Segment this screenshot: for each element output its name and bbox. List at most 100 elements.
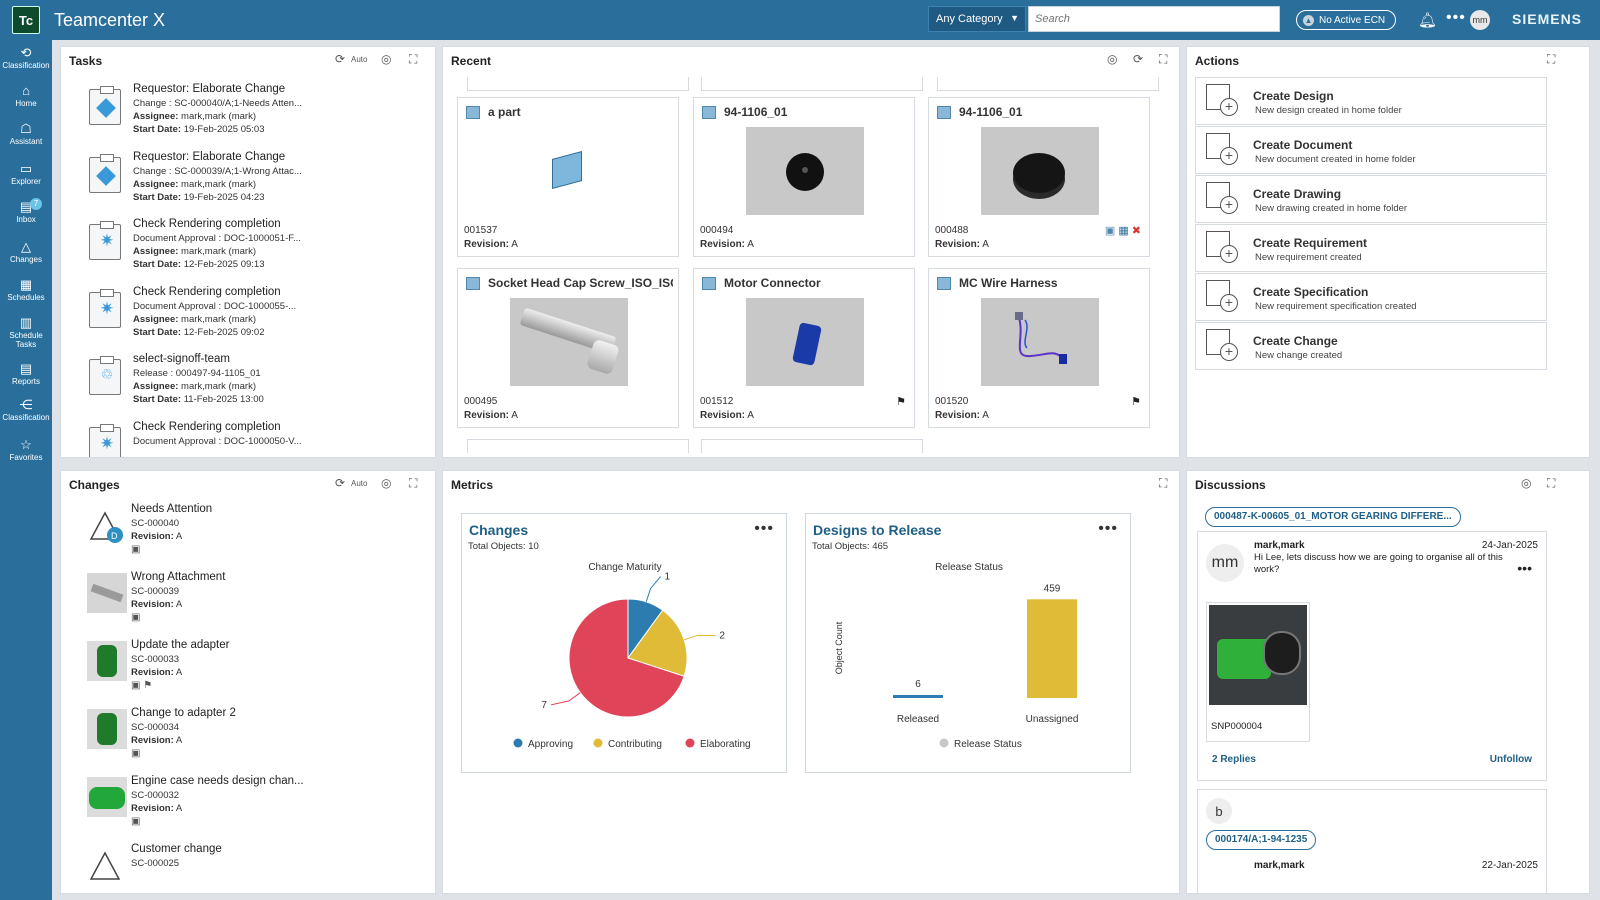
task-icon: ✷ (89, 423, 121, 457)
auto-refresh-label[interactable]: Auto (351, 479, 367, 488)
changes-card-title[interactable]: Changes (469, 522, 528, 538)
change-name[interactable]: Wrong Attachment (131, 571, 225, 583)
open-location-icon[interactable]: ◎ (1521, 476, 1531, 490)
fullscreen-icon[interactable]: ⛶ (1547, 476, 1555, 491)
refresh-icon[interactable]: ⟳ (335, 476, 345, 490)
task-name[interactable]: Requestor: Elaborate Change (133, 83, 285, 95)
active-ecn-button[interactable]: ▲ No Active ECN (1296, 10, 1396, 30)
task-assignee: Assignee: mark,mark (mark) (133, 246, 256, 257)
nav-item-classification[interactable]: ⟲ Classification (0, 46, 52, 71)
task-name[interactable]: Check Rendering completion (133, 286, 281, 298)
nav-item-assistant[interactable]: ☖ Assistant (0, 122, 52, 147)
change-item[interactable]: Change to adapter 2 SC-000034 Revision: A ▣ (87, 707, 427, 773)
auto-refresh-label[interactable]: Auto (351, 55, 367, 64)
task-item[interactable]: ✷ Check Rendering completion Document Appr… (89, 218, 429, 280)
tile-name[interactable]: MC Wire Harness (959, 276, 1144, 290)
more-icon[interactable]: ••• (754, 520, 774, 538)
task-item[interactable]: Requestor: Elaborate Change Change : SC-0… (89, 151, 429, 213)
unfollow-link[interactable]: Unfollow (1490, 754, 1532, 765)
fullscreen-icon[interactable]: ⛶ (1159, 476, 1167, 491)
task-item[interactable]: ♲ select-signoff-team Release : 000497-94-… (89, 353, 429, 415)
fullscreen-icon[interactable]: ⛶ (409, 476, 417, 491)
change-name[interactable]: Engine case needs design chan... (131, 775, 304, 787)
nav-item-classification[interactable]: ⋲ Classification (0, 398, 52, 423)
discussion-card: b 000174/A;1-94-1235 mark,mark 22-Jan-20… (1197, 789, 1547, 893)
tile-name[interactable]: 94-1106_01 (724, 105, 909, 119)
action-create-document[interactable]: + Create Document New document created in … (1195, 126, 1547, 174)
user-avatar[interactable]: mm (1470, 10, 1490, 30)
action-create-requirement[interactable]: + Create Requirement New requirement creat… (1195, 224, 1547, 272)
nav-item-home[interactable]: ⌂ Home (0, 84, 52, 109)
nav-item-explorer[interactable]: ▭ Explorer (0, 162, 52, 187)
nav-item-schedules[interactable]: ▦ Schedules (0, 278, 52, 303)
bar-released[interactable] (893, 695, 943, 698)
change-item[interactable]: Engine case needs design chan... SC-00003… (87, 775, 427, 841)
recent-tile[interactable]: Socket Head Cap Screw_ISO_ISO ... 000495 R… (457, 268, 679, 428)
change-name[interactable]: Update the adapter (131, 639, 229, 651)
open-location-icon[interactable]: ◎ (1107, 52, 1117, 66)
change-name[interactable]: Change to adapter 2 (131, 707, 236, 719)
bell-icon[interactable]: 🔔︎ (1418, 11, 1437, 29)
recent-tile[interactable]: 94-1106_01 000494 Revision: A (693, 97, 915, 257)
fullscreen-icon[interactable]: ⛶ (409, 52, 417, 67)
open-location-icon[interactable]: ◎ (381, 476, 391, 490)
recent-tile[interactable]: a part 001537 Revision: A (457, 97, 679, 257)
changes-metric-card[interactable]: Changes Total Objects: 10 ••• Change Mat… (461, 513, 787, 773)
change-item[interactable]: D Needs Attention SC-000040 Revision: A ▣ (87, 503, 427, 569)
change-item[interactable]: Wrong Attachment SC-000039 Revision: A ▣ (87, 571, 427, 637)
designs-metric-card[interactable]: Designs to Release Total Objects: 465 ••… (805, 513, 1131, 773)
open-location-icon[interactable]: ◎ (381, 52, 391, 66)
nav-item-schedule-tasks[interactable]: ▥ Schedule Tasks (0, 315, 52, 350)
bar-unassigned[interactable] (1027, 599, 1077, 698)
nav-item-inbox[interactable]: ▤ Inbox 7 (0, 198, 52, 224)
change-name[interactable]: Customer change (131, 843, 222, 855)
tile-name[interactable]: a part (488, 105, 673, 119)
more-icon[interactable]: ••• (1098, 520, 1118, 538)
task-name[interactable]: Requestor: Elaborate Change (133, 151, 285, 163)
tile-name[interactable]: 94-1106_01 (959, 105, 1144, 119)
legend-item-elaborating[interactable]: Elaborating (685, 738, 751, 751)
legend-item-release-status[interactable]: Release Status (939, 738, 1022, 751)
nav-item-reports[interactable]: ▤ Reports (0, 362, 52, 387)
discussion-topic-chip[interactable]: 000174/A;1-94-1235 (1206, 830, 1317, 850)
task-item[interactable]: ✷ Check Rendering completion Document Appr… (89, 286, 429, 348)
action-create-drawing[interactable]: + Create Drawing New drawing created in ho… (1195, 175, 1547, 223)
action-create-design[interactable]: + Create Design New design created in home… (1195, 77, 1547, 125)
task-name[interactable]: Check Rendering completion (133, 421, 281, 433)
refresh-icon[interactable]: ⟳ (335, 52, 345, 66)
nav-item-changes[interactable]: △ Changes (0, 240, 52, 265)
change-item[interactable]: Customer change SC-000025 (87, 843, 427, 893)
recent-tile[interactable]: MC Wire Harness 001520 Revision: A ⚑ (928, 268, 1150, 428)
task-description: Document Approval : DOC-1000051-F... (133, 233, 301, 244)
action-create-change[interactable]: + Create Change New change created (1195, 322, 1547, 370)
designs-card-title[interactable]: Designs to Release (813, 522, 941, 538)
legend-item-approving[interactable]: Approving (513, 738, 574, 751)
more-icon[interactable]: ••• (1517, 560, 1532, 576)
recent-tile[interactable]: 94-1106_01 000488 Revision: A ▣ ▦ ✖ (928, 97, 1150, 257)
task-name[interactable]: select-signoff-team (133, 353, 230, 365)
discussion-topic-chip[interactable]: 000487-K-00605_01_MOTOR GEARING DIFFERE.… (1205, 507, 1461, 527)
recent-tile[interactable]: Motor Connector 001512 Revision: A ⚑ (693, 268, 915, 428)
fullscreen-icon[interactable]: ⛶ (1159, 52, 1167, 67)
attachment-card[interactable]: SNP000004 (1206, 602, 1310, 742)
teamcenter-logo[interactable]: Tc (12, 6, 40, 34)
tile-name[interactable]: Socket Head Cap Screw_ISO_ISO ... (488, 276, 673, 290)
category-select[interactable]: Any Category ▼ (928, 6, 1026, 32)
task-item[interactable]: ✷ Check Rendering completion Document Appr… (89, 421, 429, 457)
nav-item-favorites[interactable]: ☆ Favorites (0, 438, 52, 463)
fullscreen-icon[interactable]: ⛶ (1547, 52, 1555, 67)
schedule-tasks-icon: ▥ (19, 315, 33, 330)
action-create-specification[interactable]: + Create Specification New requirement spe… (1195, 273, 1547, 321)
more-icon[interactable]: ••• (1446, 9, 1466, 27)
replies-link[interactable]: 2 Replies (1212, 754, 1256, 765)
change-name[interactable]: Needs Attention (131, 503, 212, 515)
tile-name[interactable]: Motor Connector (724, 276, 909, 290)
change-revision: Revision: A (131, 599, 183, 610)
task-name[interactable]: Check Rendering completion (133, 218, 281, 230)
legend-item-contributing[interactable]: Contributing (593, 738, 662, 751)
change-item[interactable]: Update the adapter SC-000033 Revision: A ▣ … (87, 639, 427, 705)
search-input[interactable] (1028, 6, 1280, 32)
task-item[interactable]: Requestor: Elaborate Change Change : SC-0… (89, 83, 429, 145)
refresh-icon[interactable]: ⟳ (1133, 52, 1143, 66)
legend-label: Contributing (608, 739, 662, 750)
